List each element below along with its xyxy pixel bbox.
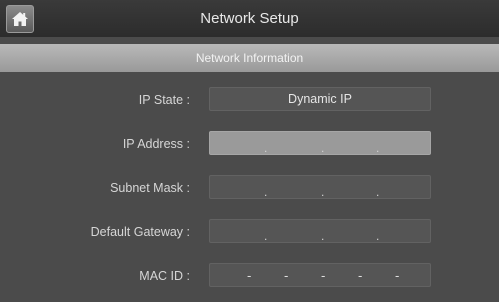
default-gateway-separator: . <box>264 229 268 243</box>
mac-id-separator: - <box>284 268 289 283</box>
ip-address-separator: . <box>264 141 268 155</box>
ip-address-separator: . <box>321 141 325 155</box>
subnet-mask-separators: . . . <box>210 176 430 198</box>
section-header: Network Information <box>0 44 499 72</box>
title-bar: Network Setup <box>0 0 499 37</box>
ip-address-separators: . . . <box>210 132 430 154</box>
mac-id-label: MAC ID : <box>139 269 190 283</box>
default-gateway-label: Default Gateway : <box>90 225 190 239</box>
subnet-mask-separator: . <box>264 185 268 199</box>
ip-address-separator: . <box>376 141 380 155</box>
mac-id-separator: - <box>395 268 400 283</box>
subnet-mask-separator: . <box>376 185 380 199</box>
default-gateway-field[interactable]: . . . <box>209 219 431 243</box>
home-button[interactable] <box>6 5 34 33</box>
mac-id-separators: - - - - - <box>210 264 430 286</box>
page-title: Network Setup <box>200 10 299 27</box>
mac-id-field[interactable]: - - - - - <box>209 263 431 287</box>
default-gateway-separator: . <box>376 229 380 243</box>
subnet-mask-field[interactable]: . . . <box>209 175 431 199</box>
subnet-mask-separator: . <box>321 185 325 199</box>
ip-address-field[interactable]: . . . <box>209 131 431 155</box>
mac-id-separator: - <box>358 268 363 283</box>
default-gateway-separator: . <box>321 229 325 243</box>
ip-state-label: IP State : <box>138 93 190 107</box>
ip-state-field[interactable]: Dynamic IP <box>209 87 431 111</box>
ip-address-label: IP Address : <box>122 137 190 151</box>
network-setup-screen: Network Setup Network Information IP Sta… <box>0 0 499 302</box>
subnet-mask-label: Subnet Mask : <box>110 181 190 195</box>
mac-id-separator: - <box>321 268 326 283</box>
default-gateway-separators: . . . <box>210 220 430 242</box>
mac-id-separator: - <box>247 268 252 283</box>
home-icon <box>12 12 28 26</box>
